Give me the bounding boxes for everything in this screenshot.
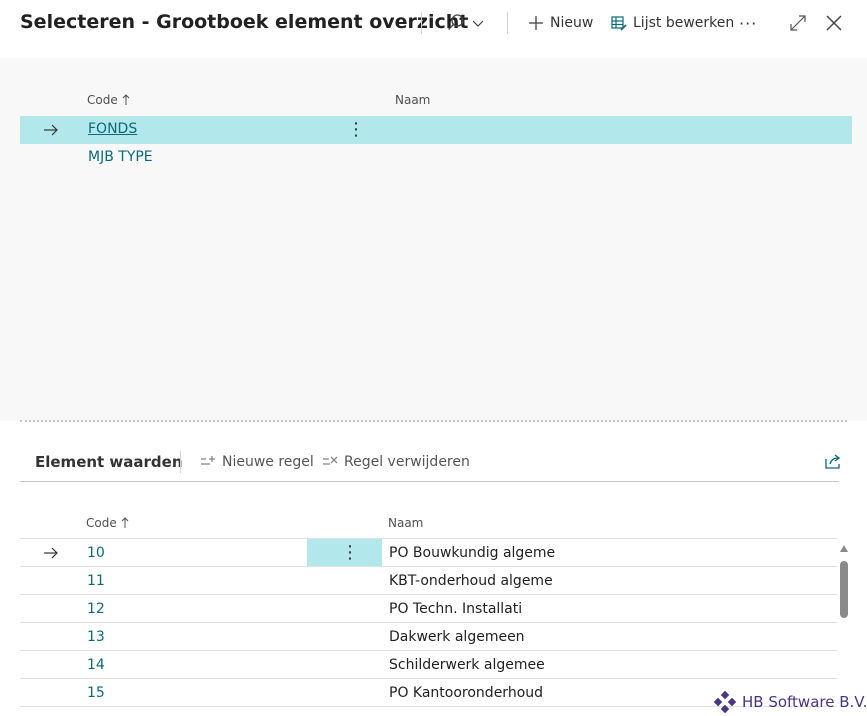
table-row[interactable]: 14 Schilderwerk algemee <box>20 650 837 679</box>
row-code[interactable]: 12 <box>87 601 105 617</box>
row-code[interactable]: 11 <box>87 573 105 589</box>
hb-logo-icon <box>713 690 737 714</box>
expand-icon <box>790 15 806 31</box>
brand-watermark: HB Software B.V. <box>712 689 867 715</box>
row-naam[interactable]: Schilderwerk algemee <box>389 657 545 673</box>
expand-button[interactable] <box>789 11 807 35</box>
edit-list-icon <box>611 16 627 31</box>
edit-list-button-label: Lijst bewerken <box>633 15 735 31</box>
chevron-down-icon <box>472 20 484 27</box>
delete-line-label: Regel verwijderen <box>344 454 470 470</box>
row-actions-button[interactable]: ⋮ <box>347 121 365 139</box>
brand-text: HB Software B.V. <box>742 693 867 711</box>
row-code-link[interactable]: MJB TYPE <box>88 149 153 165</box>
scrollbar-thumb[interactable] <box>840 561 848 618</box>
subpage-title[interactable]: Element waarden <box>35 453 183 471</box>
arrow-right-icon <box>44 547 58 559</box>
table-row[interactable]: 11 KBT-onderhoud algeme <box>20 566 837 595</box>
row-naam[interactable]: PO Kantooronderhoud <box>389 685 543 701</box>
row-code[interactable]: 14 <box>87 657 105 673</box>
arrow-right-icon <box>44 124 58 136</box>
close-icon <box>826 15 842 31</box>
column-header-naam[interactable]: Naam <box>395 93 430 107</box>
new-button[interactable]: Nieuw <box>528 11 593 35</box>
edit-list-button[interactable]: Lijst bewerken <box>611 11 734 35</box>
column-header-code[interactable]: Code <box>87 93 130 107</box>
row-code[interactable]: 10 <box>87 545 105 561</box>
delete-line-button[interactable]: Regel verwijderen <box>322 452 470 472</box>
row-code[interactable]: 13 <box>87 629 105 645</box>
header-separator <box>507 12 508 34</box>
table-row[interactable]: 10 ⋮ PO Bouwkundig algeme <box>20 538 837 567</box>
row-naam[interactable]: PO Techn. Installati <box>389 601 522 617</box>
arrow-up-icon <box>122 94 129 105</box>
page: Selecteren - Grootboek element overzicht… <box>0 0 867 716</box>
search-button[interactable] <box>446 11 484 35</box>
row-code-link[interactable]: FONDS <box>88 121 137 137</box>
search-icon <box>448 14 464 30</box>
table-row-selected[interactable] <box>20 116 852 144</box>
subpage-divider <box>20 481 839 482</box>
share-icon[interactable] <box>825 453 842 469</box>
subpage-column-header-naam[interactable]: Naam <box>388 516 423 530</box>
new-line-label: Nieuwe regel <box>222 454 314 470</box>
row-actions-cell[interactable]: ⋮ <box>307 539 382 566</box>
main-list-area <box>0 58 867 421</box>
more-options-button[interactable]: ··· <box>739 11 757 35</box>
page-title: Selecteren - Grootboek element overzicht <box>20 11 469 33</box>
row-code[interactable]: 15 <box>87 685 105 701</box>
page-header: Selecteren - Grootboek element overzicht… <box>0 0 867 58</box>
subpage-column-header-code[interactable]: Code <box>86 516 129 530</box>
header-separator <box>421 12 422 34</box>
arrow-up-icon <box>121 517 128 528</box>
row-actions-button[interactable]: ⋮ <box>341 544 359 562</box>
row-naam[interactable]: Dakwerk algemeen <box>389 629 525 645</box>
new-line-button[interactable]: Nieuwe regel <box>200 452 314 472</box>
scroll-up-arrow[interactable] <box>840 545 848 552</box>
splitter[interactable] <box>20 420 847 422</box>
subpage-separator <box>180 451 181 473</box>
table-row[interactable]: 12 PO Techn. Installati <box>20 594 837 623</box>
row-naam[interactable]: PO Bouwkundig algeme <box>389 545 555 561</box>
new-line-icon <box>201 456 215 465</box>
plus-icon <box>529 16 543 30</box>
close-button[interactable] <box>825 11 843 35</box>
new-button-label: Nieuw <box>550 15 594 31</box>
row-naam[interactable]: KBT-onderhoud algeme <box>389 573 553 589</box>
table-row[interactable]: 13 Dakwerk algemeen <box>20 622 837 651</box>
delete-line-icon <box>323 456 338 465</box>
